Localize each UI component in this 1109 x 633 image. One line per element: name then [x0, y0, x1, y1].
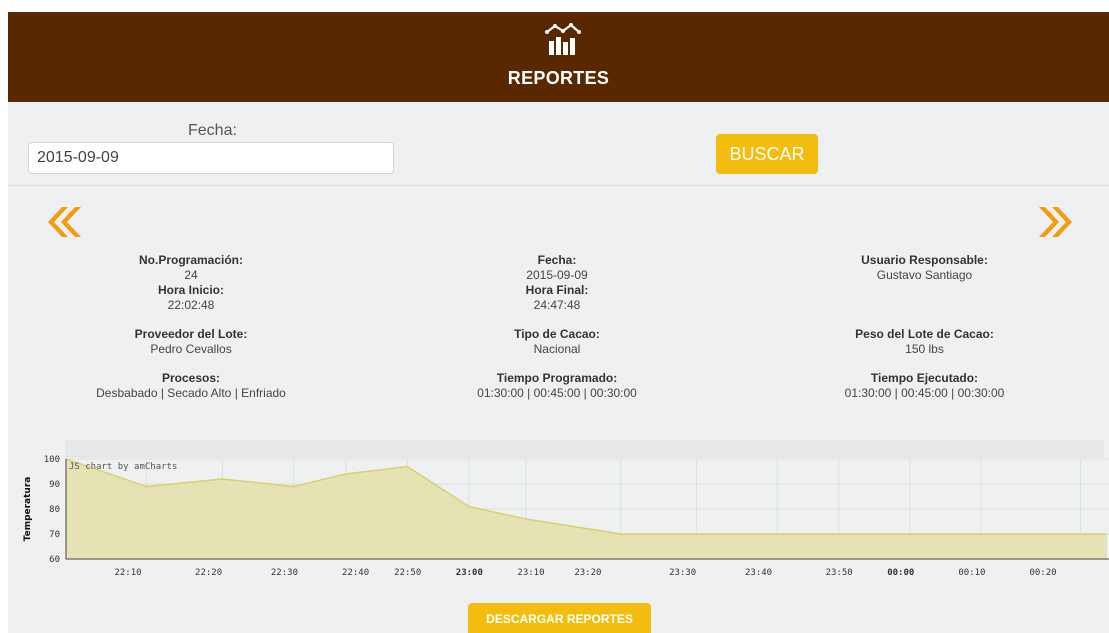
usuario-value: Gustavo Santiago	[876, 268, 973, 282]
y-axis-label: Temperatura	[23, 477, 33, 542]
tiempo-ejecutado-label: Tiempo Ejecutado:	[870, 371, 979, 385]
data-point	[406, 465, 409, 468]
y-tick-label: 60	[49, 555, 60, 565]
fecha-label: Fecha:	[188, 122, 237, 139]
tiempo-ejecutado-value: 01:30:00 | 00:45:00 | 00:30:00	[844, 386, 1005, 400]
info-peso: Peso del Lote de Cacao: 150 lbs	[740, 327, 1109, 357]
y-tick-label: 90	[49, 480, 60, 490]
chart-scrollbar	[65, 440, 1104, 458]
fecha-info-value: 2015-09-09	[526, 268, 588, 282]
usuario-label: Usuario Responsable:	[861, 253, 988, 267]
x-tick-label: 23:10	[517, 568, 544, 578]
x-tick-label: 23:00	[456, 568, 483, 578]
data-point	[221, 478, 224, 480]
info-tiempo-programado: Tiempo Programado: 01:30:00 | 00:45:00 |…	[374, 371, 740, 401]
data-point	[619, 533, 622, 535]
info-procesos: Procesos: Desbabado | Secado Alto | Enfr…	[8, 371, 374, 401]
info-programacion: No.Programación: 24 Hora Inicio: 22:02:4…	[8, 253, 374, 313]
x-tick-label: 23:30	[669, 568, 696, 578]
data-point	[145, 485, 148, 488]
y-tick-label: 80	[49, 505, 60, 515]
data-point	[525, 518, 527, 520]
procesos-value: Desbabado | Secado Alto | Enfriado	[96, 386, 286, 400]
x-tick-label: 23:50	[826, 568, 853, 578]
double-chevron-left-icon[interactable]	[42, 202, 82, 242]
y-tick-label: 100	[44, 455, 60, 465]
info-tipo-cacao: Tipo de Cacao: Nacional	[374, 327, 740, 357]
x-tick-label: 22:50	[394, 568, 421, 578]
programacion-value: 24	[184, 268, 198, 282]
hora-final-label: Hora Final:	[525, 283, 589, 297]
peso-value: 150 lbs	[905, 342, 944, 356]
report-info-grid: No.Programación: 24 Hora Inicio: 22:02:4…	[8, 253, 1109, 401]
hora-inicio-label: Hora Inicio:	[157, 283, 224, 297]
tiempo-programado-value: 01:30:00 | 00:45:00 | 00:30:00	[477, 386, 637, 400]
info-usuario: Usuario Responsable: Gustavo Santiago	[740, 253, 1109, 313]
report-page: Fecha: BUSCAR No.Programación: 24 Hora I…	[8, 102, 1109, 633]
proveedor-value: Pedro Cevallos	[150, 342, 232, 356]
info-tiempo-ejecutado: Tiempo Ejecutado: 01:30:00 | 00:45:00 | …	[740, 371, 1109, 401]
temperature-chart[interactable]: 100 90 80 70 60 22:10 22:20 22:30 22:40 22:50 23:0…	[18, 439, 1109, 589]
data-point	[468, 505, 470, 508]
data-point	[292, 485, 295, 488]
fecha-info-label: Fecha:	[537, 253, 577, 267]
x-tick-label: 22:20	[195, 568, 222, 578]
x-tick-label: 22:40	[342, 568, 369, 578]
tipo-cacao-value: Nacional	[533, 342, 581, 356]
hora-inicio-value: 22:02:48	[167, 298, 215, 312]
x-tick-label: 22:10	[114, 568, 141, 578]
peso-label: Peso del Lote de Cacao:	[855, 327, 994, 341]
x-tick-label: 00:00	[887, 568, 914, 578]
search-bar: Fecha: BUSCAR	[8, 102, 1109, 186]
x-tick-label: 00:20	[1029, 568, 1056, 578]
info-fecha: Fecha: 2015-09-09 Hora Final: 24:47:48	[374, 253, 740, 313]
data-point	[344, 473, 347, 475]
hora-final-value: 24:47:48	[533, 298, 581, 312]
fecha-input[interactable]	[28, 142, 394, 174]
chart-credit: JS chart by amCharts	[69, 462, 177, 472]
buscar-button[interactable]: BUSCAR	[716, 134, 818, 174]
x-tick-label: 23:40	[745, 568, 772, 578]
app-header: REPORTES	[8, 12, 1109, 102]
bar-chart-icon	[545, 23, 581, 55]
data-point	[695, 533, 698, 535]
info-proveedor: Proveedor del Lote: Pedro Cevallos	[8, 327, 374, 357]
programacion-label: No.Programación:	[138, 253, 243, 267]
x-tick-label: 23:20	[574, 568, 601, 578]
proveedor-label: Proveedor del Lote:	[134, 327, 248, 341]
tiempo-programado-label: Tiempo Programado:	[496, 371, 618, 385]
procesos-label: Procesos:	[161, 371, 221, 385]
double-chevron-right-icon[interactable]	[1038, 202, 1078, 242]
descargar-reportes-button[interactable]: DESCARGAR REPORTES	[468, 603, 651, 633]
x-tick-label: 00:10	[958, 568, 985, 578]
page-title: REPORTES	[507, 68, 610, 88]
x-tick-label: 22:30	[271, 568, 298, 578]
y-tick-label: 70	[49, 530, 60, 540]
tipo-cacao-label: Tipo de Cacao:	[514, 327, 600, 341]
